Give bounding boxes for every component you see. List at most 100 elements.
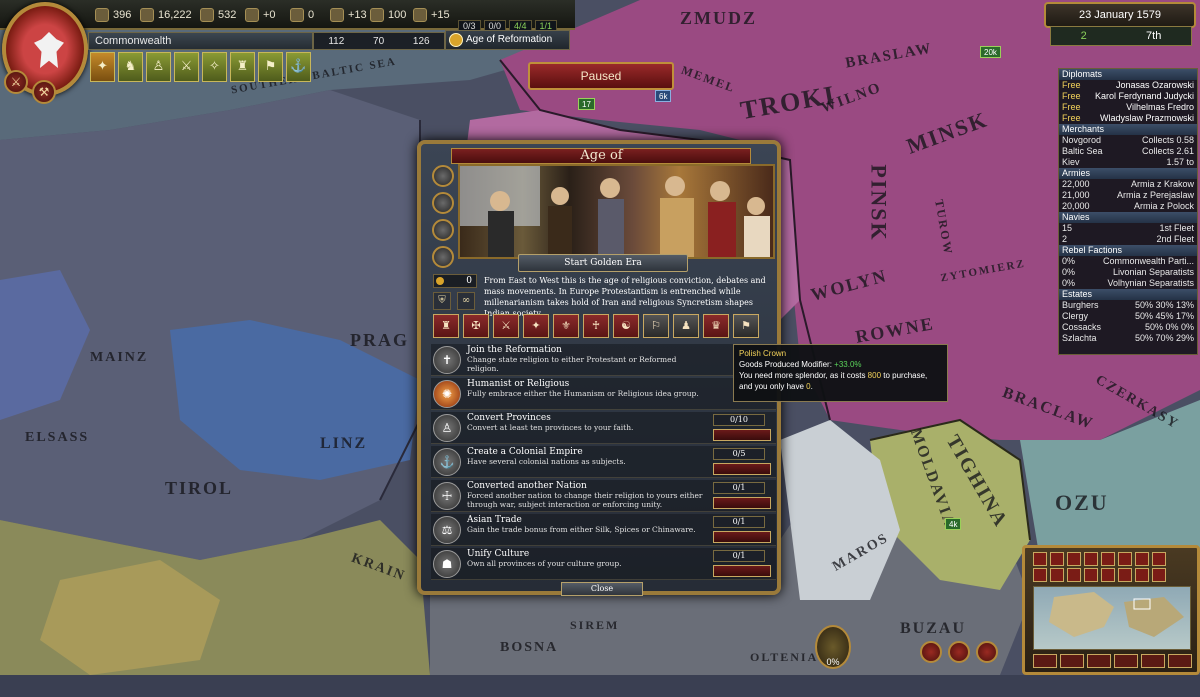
bottom-button-3[interactable] <box>976 641 998 663</box>
outliner-header[interactable]: Navies <box>1059 212 1197 223</box>
mil-power[interactable]: 126 <box>413 36 430 47</box>
flag-idea-icon[interactable]: ⚑ <box>258 52 283 82</box>
outliner-header[interactable]: Rebel Factions <box>1059 245 1197 256</box>
outliner-row[interactable]: 15 1st Fleet <box>1059 223 1197 234</box>
swords-idea-icon[interactable]: ⚔ <box>174 52 199 82</box>
ability-icon-11[interactable]: ⚑ <box>733 314 759 338</box>
outliner-row[interactable]: Baltic Sea Collects 2.61 <box>1059 146 1197 157</box>
mapmode-button[interactable] <box>1084 552 1098 566</box>
mapmode-button[interactable] <box>1050 552 1064 566</box>
mapmode-button[interactable] <box>1087 654 1111 668</box>
ability-icon-4[interactable]: ✦ <box>523 314 549 338</box>
mapmode-button[interactable] <box>1067 568 1081 582</box>
paused-banner[interactable]: Paused <box>528 62 674 90</box>
outliner-row[interactable]: 0% Commonwealth Parti... <box>1059 256 1197 267</box>
objective-row[interactable]: ☩ Converted another Nation Forced anothe… <box>431 480 776 512</box>
mapmode-button[interactable] <box>1033 552 1047 566</box>
horse-idea-icon[interactable]: ♞ <box>118 52 143 82</box>
dip-power[interactable]: 70 <box>373 36 384 47</box>
objective-row[interactable]: ☗ Unify Culture Own all provinces of you… <box>431 548 776 580</box>
outliner-row[interactable]: Free Karol Ferdynand Judycki <box>1059 91 1197 102</box>
mapmode-button[interactable] <box>1118 552 1132 566</box>
minimap[interactable] <box>1033 586 1191 650</box>
tab-age-3[interactable] <box>432 219 454 241</box>
corruption[interactable]: 0 <box>290 6 314 24</box>
ability-icon-7[interactable]: ☯ <box>613 314 639 338</box>
person-idea-icon[interactable]: ♙ <box>146 52 171 82</box>
game-date[interactable]: 23 January 1579 <box>1044 2 1196 28</box>
outliner-row[interactable]: 2 2nd Fleet <box>1059 234 1197 245</box>
mapmode-button[interactable] <box>1152 552 1166 566</box>
army-unit[interactable]: 20k <box>980 46 1001 58</box>
mapmode-button[interactable] <box>1168 654 1192 668</box>
bottom-button-1[interactable] <box>920 641 942 663</box>
army-unit[interactable]: 17 <box>578 98 595 110</box>
chain-icon[interactable]: ∞ <box>457 292 475 310</box>
mapmode-button[interactable] <box>1101 568 1115 582</box>
cannon-idea-icon[interactable]: ✧ <box>202 52 227 82</box>
mapmode-button[interactable] <box>1033 654 1057 668</box>
outliner-row[interactable]: 21,000 Armia z Perejaslaw <box>1059 190 1197 201</box>
army-unit[interactable]: 6k <box>655 90 672 102</box>
legitimacy[interactable]: 100 <box>370 6 406 24</box>
mapmode-button[interactable] <box>1101 552 1115 566</box>
outliner-header[interactable]: Armies <box>1059 168 1197 179</box>
objective-row[interactable]: ✺ Humanist or Religious Fully embrace ei… <box>431 378 776 410</box>
outliner-row[interactable]: 20,000 Armia z Polock <box>1059 201 1197 212</box>
outliner-header[interactable]: Merchants <box>1059 124 1197 135</box>
outliner-row[interactable]: 22,000 Armia z Krakow <box>1059 179 1197 190</box>
outliner-row[interactable]: 0% Livonian Separatists <box>1059 267 1197 278</box>
outliner-row[interactable]: Szlachta 50% 70% 29% <box>1059 333 1197 344</box>
tab-age-4[interactable] <box>432 246 454 268</box>
great-power-rank[interactable]: 7th <box>1146 30 1161 42</box>
outliner-row[interactable]: Kiev 1.57 to <box>1059 157 1197 168</box>
prestige[interactable]: +13 <box>330 6 367 24</box>
outliner-row[interactable]: Cossacks 50% 0% 0% <box>1059 322 1197 333</box>
age-indicator[interactable]: Age of Reformation <box>445 30 570 50</box>
outliner-header[interactable]: Diplomats <box>1059 69 1197 80</box>
start-golden-era-button[interactable]: Start Golden Era <box>518 254 688 272</box>
mapmode-button[interactable] <box>1135 552 1149 566</box>
mapmode-button[interactable] <box>1135 568 1149 582</box>
mapmode-button[interactable] <box>1118 568 1132 582</box>
stability[interactable]: +0 <box>245 6 276 24</box>
outliner-row[interactable]: Burghers 50% 30% 13% <box>1059 300 1197 311</box>
ability-icon-9[interactable]: ♟ <box>673 314 699 338</box>
outliner-row[interactable]: 0% Volhynian Separatists <box>1059 278 1197 289</box>
close-button[interactable]: Close <box>561 582 643 596</box>
army-unit[interactable]: 4k <box>945 518 962 530</box>
objective-row[interactable]: ⚓ Create a Colonial Empire Have several … <box>431 446 776 478</box>
tab-age-1[interactable] <box>432 165 454 187</box>
manpower[interactable]: 16,222 <box>140 6 192 24</box>
mapmode-button[interactable] <box>1067 552 1081 566</box>
mapmode-button[interactable] <box>1141 654 1165 668</box>
anchor-idea-icon[interactable]: ⚓ <box>286 52 311 82</box>
fire-idea-icon[interactable]: ✦ <box>90 52 115 82</box>
hat-idea-icon[interactable]: ♜ <box>230 52 255 82</box>
mapmode-button[interactable] <box>1084 568 1098 582</box>
outliner-header[interactable]: Estates <box>1059 289 1197 300</box>
outliner-row[interactable]: Free Jonasas Ozarowski <box>1059 80 1197 91</box>
mapmode-button[interactable] <box>1060 654 1084 668</box>
ability-icon-2[interactable]: ✠ <box>463 314 489 338</box>
mapmode-button[interactable] <box>1114 654 1138 668</box>
bottom-button-2[interactable] <box>948 641 970 663</box>
ability-icon-5[interactable]: ⚜ <box>553 314 579 338</box>
sailors[interactable]: 532 <box>200 6 236 24</box>
mapmode-button[interactable] <box>1152 568 1166 582</box>
ability-icon-8[interactable]: ⚐ <box>643 314 669 338</box>
decisions-button[interactable]: ⚒ <box>32 80 56 104</box>
ability-icon-1[interactable]: ♜ <box>433 314 459 338</box>
outliner-row[interactable]: Free Wladyslaw Prazmowski <box>1059 113 1197 124</box>
adm-power[interactable]: 112 <box>328 36 344 47</box>
tab-age-2[interactable] <box>432 192 454 214</box>
treasury[interactable]: 396 <box>95 6 131 24</box>
objective-row[interactable]: ✝ Join the Reformation Change state reli… <box>431 344 776 376</box>
polish-crown-icon[interactable]: ♛ <box>703 314 729 338</box>
mapmode-button[interactable] <box>1033 568 1047 582</box>
outliner-row[interactable]: Clergy 50% 45% 17% <box>1059 311 1197 322</box>
objective-row[interactable]: ♙ Convert Provinces Convert at least ten… <box>431 412 776 444</box>
objective-row[interactable]: ⚖ Asian Trade Gain the trade bonus from … <box>431 514 776 546</box>
tech-indicator[interactable]: 0% <box>815 625 851 669</box>
ability-icon-6[interactable]: ♰ <box>583 314 609 338</box>
